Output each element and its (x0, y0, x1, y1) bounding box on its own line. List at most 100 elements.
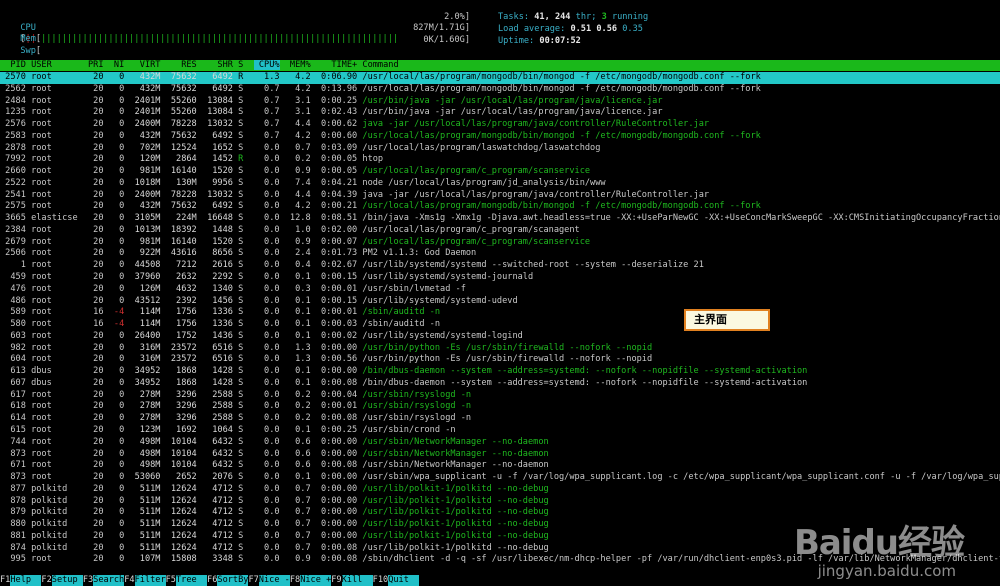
process-row[interactable]: 603 root 20 0 26400 1752 1436 S 0.0 0.1 … (0, 331, 1000, 343)
process-row[interactable]: 7992 root 20 0 120M 2864 1452 R 0.0 0.2 … (0, 154, 1000, 166)
column-header-shr[interactable]: SHR (202, 60, 233, 70)
process-row[interactable]: 2541 root 20 0 2400M 78228 13032 S 0.0 4… (0, 190, 1000, 202)
cell-res: 12624 (165, 507, 197, 518)
cell-user: polkitd (31, 542, 78, 553)
cell-time: 0:00.01 (315, 401, 358, 412)
column-header-cpu[interactable]: CPU% (253, 60, 280, 70)
column-header-command[interactable]: Command (362, 60, 398, 70)
column-header-time[interactable]: TIME+ (316, 60, 357, 70)
column-header-mem[interactable]: MEM% (285, 60, 311, 70)
process-row[interactable]: 1 root 20 0 44508 7212 2616 S 0.0 0.4 0:… (0, 260, 1000, 272)
process-row[interactable]: 580 root 16 -4 114M 1756 1336 S 0.0 0.1 … (0, 319, 1000, 331)
process-row[interactable]: 873 root 20 0 498M 10104 6432 S 0.0 0.6 … (0, 449, 1000, 461)
process-row[interactable]: 2679 root 20 0 981M 16140 1520 S 0.0 0.9… (0, 237, 1000, 249)
cell-pid: 873 (0, 472, 26, 483)
process-row[interactable]: 3665 elasticse 20 0 3105M 224M 16648 S 0… (0, 213, 1000, 225)
fkey-label-sortby[interactable]: SortBy (217, 575, 249, 586)
fkey-label-tree[interactable]: Tree (175, 575, 208, 586)
process-row[interactable]: 2522 root 20 0 1018M 130M 9956 S 0.0 7.4… (0, 178, 1000, 190)
cell-mem: 0.1 (284, 272, 311, 283)
column-header-s[interactable]: S (238, 60, 248, 70)
process-row[interactable]: 618 root 20 0 278M 3296 2588 S 0.0 0.2 0… (0, 401, 1000, 413)
process-row[interactable]: 459 root 20 0 37960 2632 2292 S 0.0 0.1 … (0, 272, 1000, 284)
cell-cmd: /usr/local/las/program/mongodb/bin/mongo… (362, 72, 761, 82)
process-row[interactable]: 617 root 20 0 278M 3296 2588 S 0.0 0.2 0… (0, 390, 1000, 402)
process-row[interactable]: 615 root 20 0 123M 1692 1064 S 0.0 0.1 0… (0, 425, 1000, 437)
column-header-pri[interactable]: PRI (83, 60, 104, 70)
fkey-f8[interactable]: F8 (289, 575, 301, 585)
process-row[interactable]: 2384 root 20 0 1013M 18392 1448 S 0.0 1.… (0, 225, 1000, 237)
fkey-f4[interactable]: F4 (124, 575, 135, 585)
cell-res: 10104 (165, 436, 197, 447)
process-row[interactable]: 873 root 20 0 53060 2652 2076 S 0.0 0.1 … (0, 472, 1000, 484)
cell-cmd: /usr/sbin/rsyslogd -n (362, 401, 472, 412)
fkey-f9[interactable]: F9 (331, 575, 342, 585)
process-row[interactable]: 486 root 20 0 43512 2392 1456 S 0.0 0.1 … (0, 296, 1000, 308)
process-row[interactable]: 1235 root 20 0 2401M 55260 13084 S 0.7 3… (0, 107, 1000, 119)
cell-mem: 12.8 (284, 213, 311, 224)
process-list[interactable]: 2570 root 20 0 432M 75632 6492 R 1.3 4.2… (0, 72, 1000, 566)
process-row[interactable]: 589 root 16 -4 114M 1756 1336 S 0.0 0.1 … (0, 307, 1000, 319)
cell-virt: 511M (129, 542, 161, 553)
fkey-label-search[interactable]: Search (93, 575, 125, 586)
cell-s: S (238, 366, 249, 377)
process-row[interactable]: 2583 root 20 0 432M 75632 6492 S 0.7 4.2… (0, 131, 1000, 143)
cell-pri: 20 (82, 342, 104, 353)
process-row[interactable]: 744 root 20 0 498M 10104 6432 S 0.0 0.6 … (0, 437, 1000, 449)
process-row[interactable]: 2660 root 20 0 981M 16140 1520 S 0.0 0.9… (0, 166, 1000, 178)
process-row[interactable]: 671 root 20 0 498M 10104 6432 S 0.0 0.6 … (0, 460, 1000, 472)
cpu-meter-value: 2.0% (444, 12, 465, 22)
cell-mem: 0.3 (284, 283, 311, 294)
column-header-res[interactable]: RES (166, 60, 197, 70)
fkey-f2[interactable]: F2 (41, 575, 52, 585)
fkey-label-help[interactable]: Help (10, 575, 42, 586)
cell-pri: 20 (82, 83, 104, 94)
cell-s: S (238, 530, 249, 541)
fkey-f5[interactable]: F5 (165, 575, 176, 585)
process-row[interactable]: 2562 root 20 0 432M 75632 6492 S 0.7 4.2… (0, 84, 1000, 96)
fkey-label-nice[interactable]: Nice - (258, 575, 290, 586)
cell-shr: 4712 (201, 495, 233, 506)
cell-res: 1692 (165, 424, 197, 435)
process-table-header[interactable]: PID USER PRI NI VIRT RES SHR S CPU% MEM%… (0, 60, 1000, 71)
process-row[interactable]: 2484 root 20 0 2401M 55260 13084 S 0.7 3… (0, 96, 1000, 108)
fkey-f10[interactable]: F10 (372, 575, 389, 585)
cell-user: root (31, 154, 78, 165)
cell-pri: 20 (82, 472, 104, 483)
process-row[interactable]: 476 root 20 0 126M 4632 1340 S 0.0 0.3 0… (0, 284, 1000, 296)
process-row[interactable]: 2570 root 20 0 432M 75632 6492 R 1.3 4.2… (0, 72, 1000, 84)
process-row[interactable]: 878 polkitd 20 0 511M 12624 4712 S 0.0 0… (0, 496, 1000, 508)
fkey-f6[interactable]: F6 (207, 575, 218, 585)
fkey-f7[interactable]: F7 (248, 575, 259, 585)
cell-cpu: 0.0 (253, 142, 280, 153)
process-row[interactable]: 2878 root 20 0 702M 12524 1652 S 0.0 0.7… (0, 143, 1000, 155)
cell-pid: 617 (0, 389, 26, 400)
column-header-user[interactable]: USER (31, 60, 78, 70)
mem-meter-bar: ||||||||||||||||||||||||||||||||||||||||… (41, 34, 399, 44)
fkey-label-nice[interactable]: Nice + (300, 575, 332, 586)
process-row[interactable]: 982 root 20 0 316M 23572 6516 S 0.0 1.3 … (0, 343, 1000, 355)
process-row[interactable]: 2575 root 20 0 432M 75632 6492 S 0.0 4.2… (0, 201, 1000, 213)
process-row[interactable]: 614 root 20 0 278M 3296 2588 S 0.0 0.2 0… (0, 413, 1000, 425)
process-row[interactable]: 604 root 20 0 316M 23572 6516 S 0.0 1.3 … (0, 354, 1000, 366)
process-row[interactable]: 877 polkitd 20 0 511M 12624 4712 S 0.0 0… (0, 484, 1000, 496)
column-header-ni[interactable]: NI (109, 60, 124, 70)
process-row[interactable]: 2506 root 20 0 922M 43616 8656 S 0.0 2.4… (0, 248, 1000, 260)
fkey-f3[interactable]: F3 (82, 575, 94, 585)
column-header-pid[interactable]: PID (0, 60, 26, 70)
column-header-virt[interactable]: VIRT (129, 60, 161, 70)
cell-virt: 511M (129, 483, 161, 494)
fkey-label-filter[interactable]: Filter (134, 575, 166, 586)
fkey-label-setup[interactable]: Setup (51, 575, 83, 586)
fkey-f1[interactable]: F1 (0, 575, 11, 585)
process-row[interactable]: 2576 root 20 0 2400M 78228 13032 S 0.7 4… (0, 119, 1000, 131)
process-row[interactable]: 613 dbus 20 0 34952 1868 1428 S 0.0 0.1 … (0, 366, 1000, 378)
process-row[interactable]: 607 dbus 20 0 34952 1868 1428 S 0.0 0.1 … (0, 378, 1000, 390)
fkey-label-quit[interactable]: Quit (388, 575, 420, 586)
cell-time: 0:00.15 (315, 272, 358, 283)
cell-pri: 20 (82, 448, 104, 459)
fkey-label-kill[interactable]: Kill (341, 575, 373, 586)
cell-pid: 2583 (0, 130, 26, 141)
cell-shr: 6492 (201, 130, 233, 141)
cell-time: 0:00.08 (315, 377, 358, 388)
